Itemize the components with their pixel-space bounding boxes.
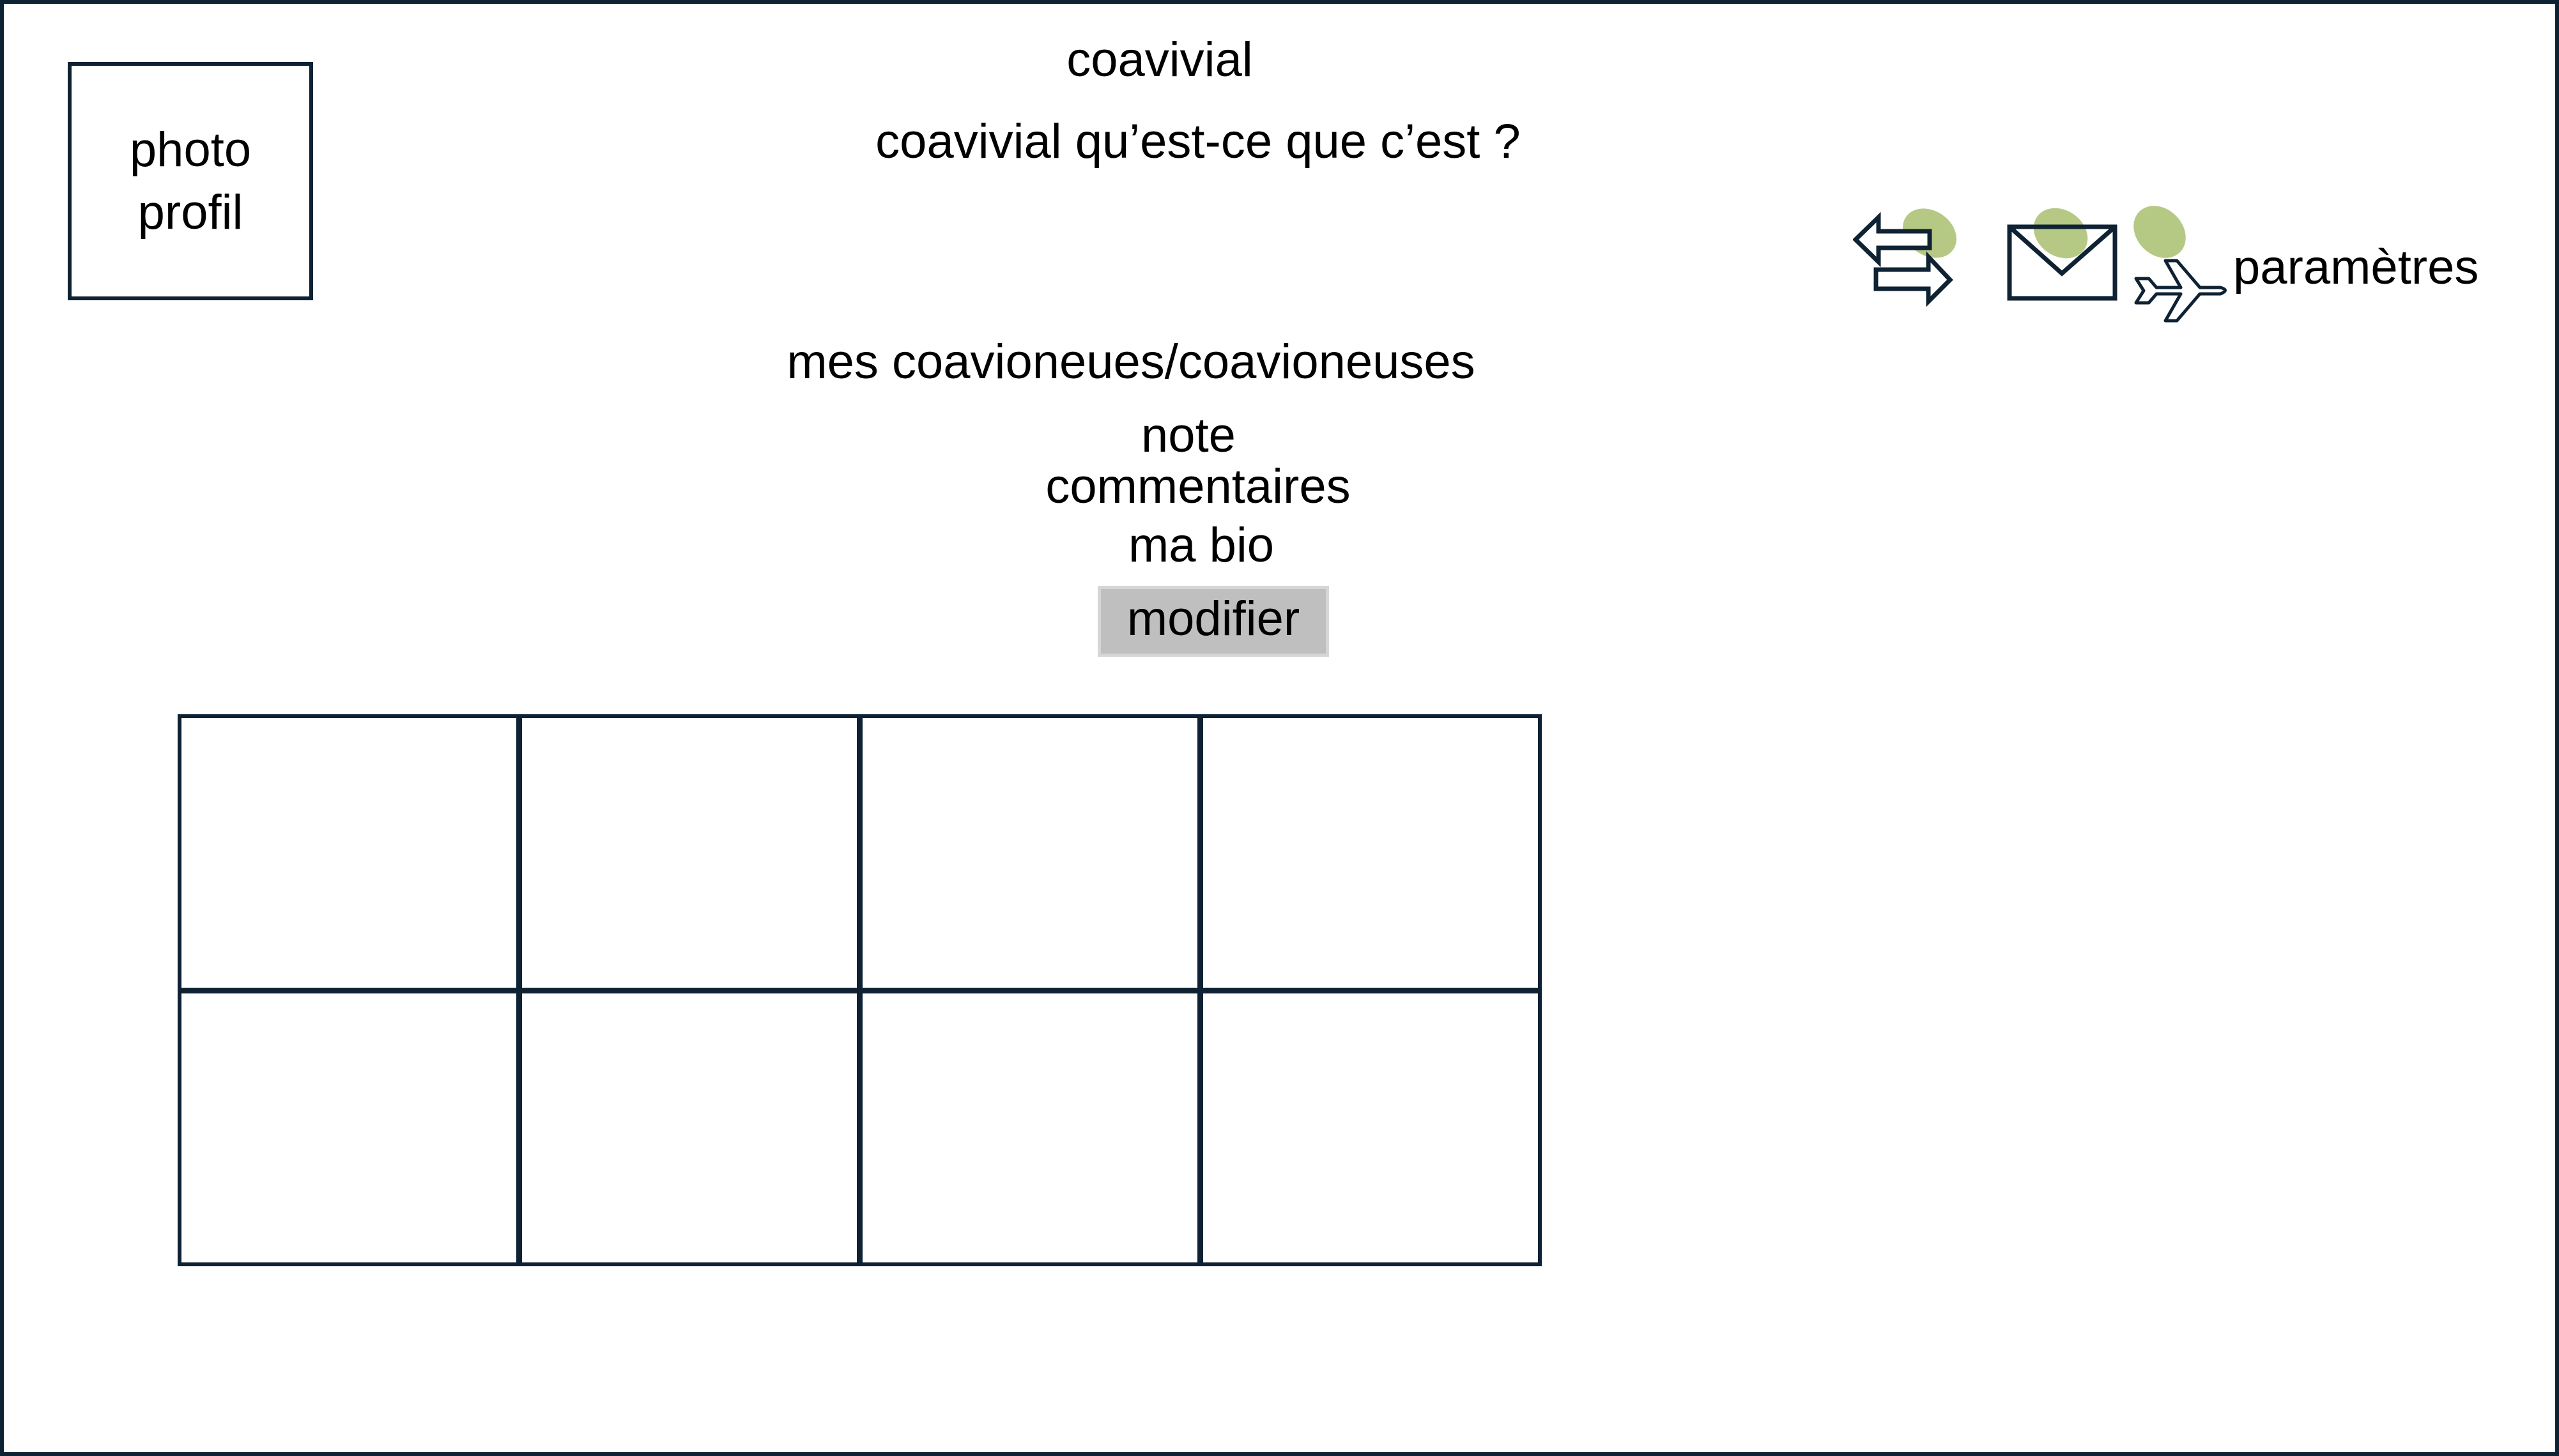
gallery-cell[interactable]	[178, 989, 520, 1266]
gallery-cell[interactable]	[518, 989, 861, 1266]
notification-badge	[2033, 208, 2088, 259]
settings-link[interactable]: paramètres	[2233, 240, 2478, 295]
rating-label: note	[1141, 408, 1236, 463]
notification-badge	[2133, 206, 2186, 258]
airplane-shape	[2134, 259, 2227, 323]
profile-photo-label-line1: photo	[129, 122, 252, 177]
gallery-cell[interactable]	[178, 714, 520, 992]
page-title: coavivial	[1066, 33, 1253, 87]
profile-photo[interactable]: photo profil	[68, 62, 313, 300]
gallery-cell[interactable]	[1199, 714, 1542, 992]
modify-bio-button[interactable]: modifier	[1098, 586, 1329, 657]
bio-label: ma bio	[1128, 518, 1275, 572]
gallery-cell[interactable]	[859, 989, 1201, 1266]
about-link-text[interactable]: coavivial qu’est-ce que c’est ?	[875, 114, 1521, 169]
profile-photo-label-line2: profil	[137, 185, 243, 240]
gallery-cell[interactable]	[859, 714, 1201, 992]
airplane-icon[interactable]	[2125, 203, 2236, 331]
mail-icon[interactable]	[2003, 204, 2121, 307]
gallery-cell[interactable]	[1199, 989, 1542, 1266]
arrow-right	[1873, 251, 1953, 307]
comments-link[interactable]: commentaires	[958, 459, 1438, 514]
gallery-cell[interactable]	[518, 714, 861, 992]
swap-arrows-icon[interactable]	[1853, 204, 1968, 319]
companions-link[interactable]: mes coavioneues/coavioneuses	[639, 334, 1623, 390]
about-link[interactable]: coavivial qu’est-ce que c’est ?	[767, 114, 1629, 169]
photo-gallery-grid	[178, 714, 1542, 1266]
